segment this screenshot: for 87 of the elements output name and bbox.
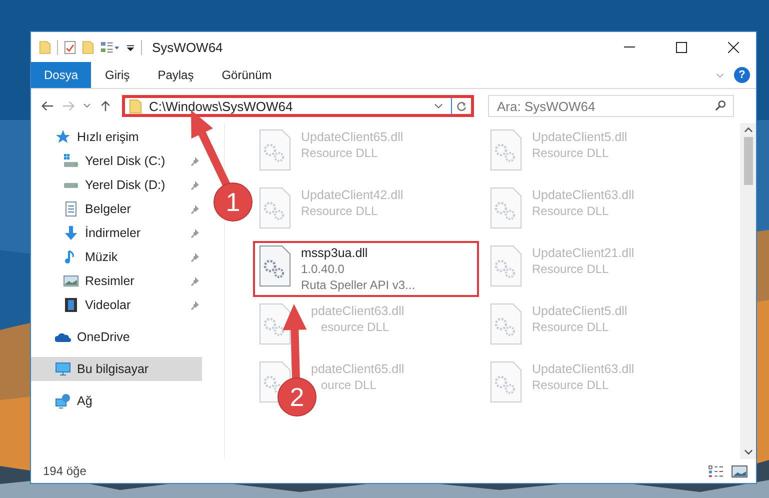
pin-icon[interactable] — [190, 180, 200, 190]
sidebar-item[interactable]: İndirmeler — [31, 221, 202, 245]
document-icon — [63, 201, 79, 217]
file-detail: esource DLL — [321, 319, 390, 335]
file-detail: Resource DLL — [532, 319, 609, 335]
search-icon[interactable] — [715, 100, 726, 111]
close-icon — [728, 42, 738, 52]
sidebar-item[interactable]: Yerel Disk (D:) — [31, 173, 202, 197]
sidebar-label: Videolar — [85, 298, 131, 312]
file-detail: Ruta Speller API v3... — [301, 277, 416, 293]
view-icon[interactable] — [100, 40, 120, 54]
scroll-down-icon[interactable] — [744, 449, 752, 455]
drive-c-icon — [63, 153, 79, 169]
file-detail: Resource DLL — [532, 261, 609, 277]
ribbon-tab[interactable]: Giriş — [91, 62, 144, 88]
sidebar-item[interactable]: Ağ — [31, 389, 202, 413]
recent-locations-icon[interactable] — [83, 103, 91, 109]
file-detail: Resource DLL — [532, 377, 609, 393]
new-folder-icon[interactable] — [82, 40, 94, 54]
step-badge: 1 — [214, 182, 252, 222]
properties-icon[interactable] — [64, 40, 76, 54]
drive-icon — [63, 182, 79, 188]
details-view-icon[interactable] — [708, 464, 725, 478]
download-icon — [63, 225, 79, 241]
star-icon — [55, 129, 71, 145]
refresh-icon[interactable] — [456, 100, 467, 112]
image-icon — [63, 273, 79, 289]
pin-icon[interactable] — [190, 276, 200, 286]
file-detail: Resource DLL — [301, 145, 378, 161]
sidebar-item[interactable]: Belgeler — [31, 197, 202, 221]
sidebar-label: OneDrive — [77, 330, 130, 344]
file-detail: Resource DLL — [532, 203, 609, 219]
sidebar-label: Yerel Disk (D:) — [85, 178, 166, 192]
item-count: 194 öğe — [43, 464, 86, 478]
address-path: C:\Windows\SysWOW64 — [149, 98, 293, 114]
folder-icon[interactable] — [39, 40, 51, 54]
forward-icon[interactable] — [62, 100, 75, 112]
minimize-icon — [624, 46, 634, 48]
help-button[interactable]: ? — [734, 67, 750, 83]
sidebar-label: Müzik — [85, 250, 118, 264]
sidebar-label: Ağ — [77, 394, 92, 408]
folder-icon — [129, 98, 142, 114]
pin-icon[interactable] — [190, 204, 200, 214]
file-detail: ource DLL — [321, 377, 376, 393]
ribbon-tab[interactable]: Paylaş — [144, 62, 208, 88]
sidebar-item[interactable]: Videolar — [31, 293, 202, 317]
sidebar-label: Bu bilgisayar — [77, 362, 149, 376]
video-icon — [63, 297, 79, 313]
file-detail: Resource DLL — [532, 145, 609, 161]
file-detail: Resource DLL — [301, 203, 378, 219]
sidebar-label: Hızlı erişim — [77, 130, 139, 144]
pin-icon[interactable] — [190, 156, 200, 166]
file-tab[interactable]: Dosya — [31, 62, 92, 88]
file-item[interactable]: mssp3ua.dll 1.0.40.0 Ruta Speller API v3... — [253, 241, 479, 297]
sidebar-item[interactable]: Müzik — [31, 245, 202, 269]
address-field[interactable]: C:\Windows\SysWOW64 — [122, 95, 474, 117]
file-name[interactable]: mssp3ua.dll — [301, 245, 368, 261]
window-title: SysWOW64 — [152, 40, 223, 54]
back-icon[interactable] — [41, 100, 54, 112]
sidebar-label: İndirmeler — [85, 226, 141, 240]
file-detail: 1.0.40.0 — [301, 261, 344, 277]
sidebar-label: Belgeler — [85, 202, 131, 216]
scroll-up-icon[interactable] — [744, 127, 752, 133]
sidebar-item[interactable]: Bu bilgisayar — [31, 357, 202, 381]
sidebar-item[interactable]: Resimler — [31, 269, 202, 293]
sidebar-item[interactable]: OneDrive — [31, 325, 202, 349]
ribbon-tab[interactable]: Görünüm — [208, 62, 286, 88]
step-badge: 2 — [278, 378, 316, 416]
pin-icon[interactable] — [190, 228, 200, 238]
up-icon[interactable] — [99, 100, 112, 112]
customize-icon[interactable] — [126, 42, 135, 52]
sidebar-item[interactable]: Yerel Disk (C:) — [31, 149, 202, 173]
sidebar-label: Yerel Disk (C:) — [85, 154, 166, 168]
expand-ribbon-icon[interactable] — [716, 72, 724, 78]
scroll-thumb[interactable] — [744, 137, 752, 185]
dropdown-icon[interactable] — [434, 103, 443, 109]
large-icons-view-icon[interactable] — [731, 464, 748, 478]
dll-file-icon[interactable] — [259, 245, 291, 287]
sidebar-label: Resimler — [85, 274, 134, 288]
network-icon — [55, 393, 71, 409]
scrollbar[interactable] — [740, 123, 756, 459]
search-field[interactable]: Ara: SysWOW64 — [488, 95, 734, 117]
computer-icon — [55, 361, 71, 377]
sidebar-item[interactable]: Hızlı erişim — [31, 125, 202, 149]
pin-icon[interactable] — [190, 252, 200, 262]
pin-icon[interactable] — [190, 300, 200, 310]
maximize-icon — [676, 42, 686, 52]
